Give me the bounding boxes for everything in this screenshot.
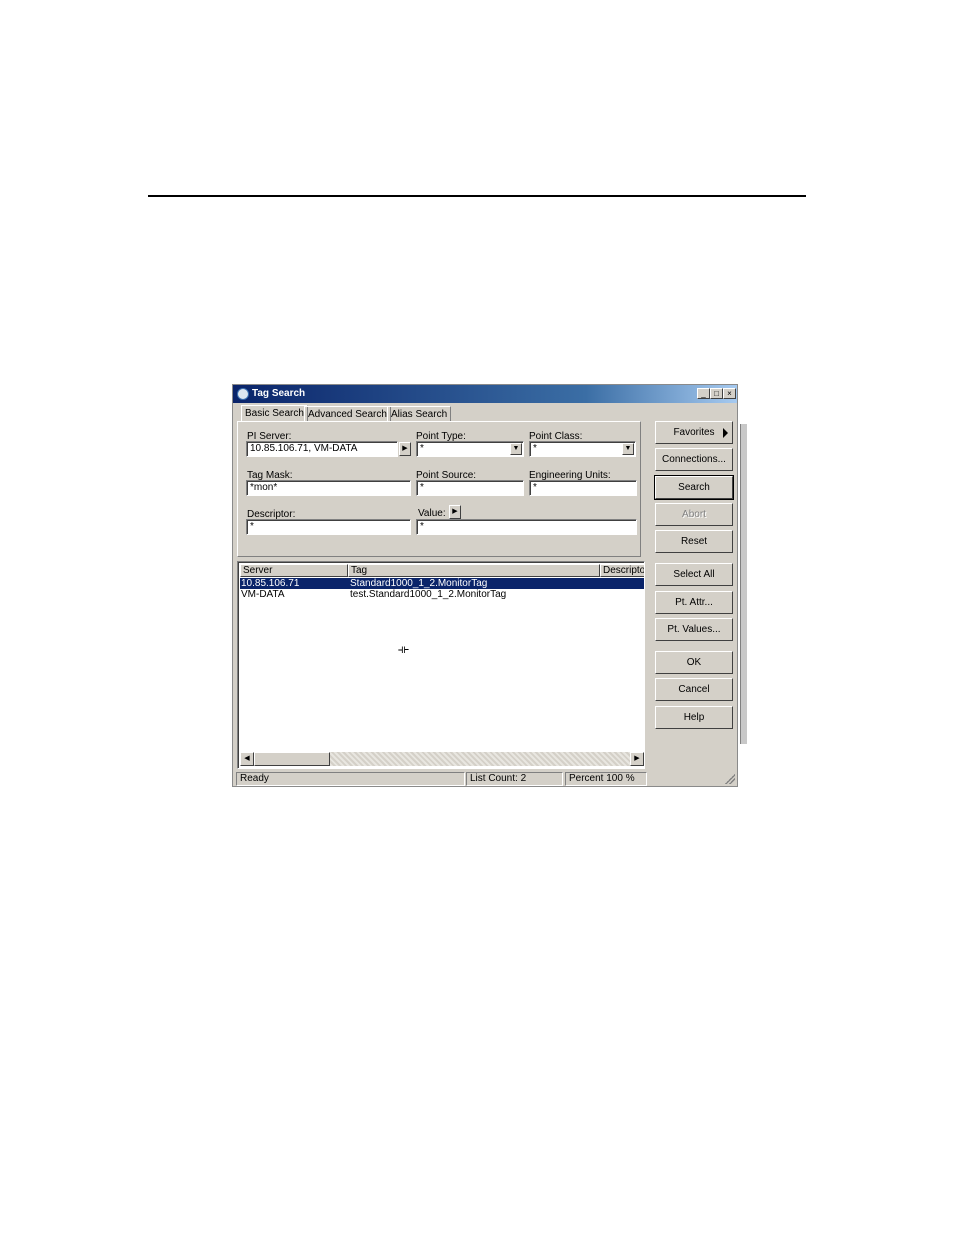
value-arrow-button[interactable]: ▶ (449, 505, 461, 519)
column-header-descriptor[interactable]: Descriptor (600, 564, 644, 577)
value-field[interactable]: * (416, 519, 637, 535)
pt-values-button[interactable]: Pt. Values... (655, 618, 733, 641)
engineering-units-field[interactable]: * (529, 480, 637, 496)
tab-alias-search[interactable]: Alias Search (387, 406, 452, 422)
pt-attr-button[interactable]: Pt. Attr... (655, 591, 733, 614)
status-ready: Ready (236, 772, 465, 786)
engineering-units-value: * (533, 482, 537, 493)
row-tag: test.Standard1000_1_2.MonitorTag (350, 589, 507, 600)
abort-button[interactable]: Abort (655, 503, 733, 526)
scroll-left-button[interactable]: ◀ (240, 752, 254, 766)
pi-server-field[interactable]: 10.85.106.71, VM-DATA (246, 441, 398, 457)
tab-basic-search[interactable]: Basic Search (241, 405, 308, 422)
tag-mask-field[interactable]: *mon* (246, 480, 411, 496)
pi-server-value: 10.85.106.71, VM-DATA (250, 443, 358, 454)
tag-search-dialog: Tag Search _ □ × Basic Search Advanced S… (232, 384, 738, 787)
search-button[interactable]: Search (654, 475, 734, 500)
row-server: VM-DATA (241, 589, 285, 600)
window-title: Tag Search (252, 388, 306, 399)
cancel-button[interactable]: Cancel (655, 678, 733, 701)
status-list-count: List Count: 2 (466, 772, 563, 786)
basic-search-panel: PI Server: 10.85.106.71, VM-DATA ▶ Point… (237, 421, 641, 557)
point-source-field[interactable]: * (416, 480, 524, 496)
column-header-tag[interactable]: Tag (348, 564, 600, 577)
app-icon (237, 388, 249, 400)
page-rule (148, 195, 806, 197)
status-percent: Percent 100 % (565, 772, 647, 786)
column-header-server[interactable]: Server (240, 564, 348, 577)
chevron-down-icon[interactable]: ▼ (510, 443, 522, 455)
row-tag: Standard1000_1_2.MonitorTag (350, 578, 488, 589)
value-value: * (420, 521, 424, 532)
chevron-right-icon (723, 428, 728, 438)
help-button[interactable]: Help (655, 706, 733, 729)
minimize-button[interactable]: _ (697, 388, 710, 399)
reset-button[interactable]: Reset (655, 530, 733, 553)
ok-button[interactable]: OK (655, 651, 733, 674)
resize-grip-icon[interactable] (725, 774, 735, 784)
select-all-button[interactable]: Select All (655, 563, 733, 586)
scroll-right-button[interactable]: ▶ (630, 752, 644, 766)
descriptor-field[interactable]: * (246, 519, 411, 535)
point-source-value: * (420, 482, 424, 493)
favorites-label: Favorites (673, 427, 715, 438)
background-scrollbar (740, 424, 747, 744)
favorites-button[interactable]: Favorites (655, 421, 733, 444)
title-bar[interactable]: Tag Search _ □ × (233, 385, 737, 403)
table-row[interactable]: VM-DATA test.Standard1000_1_2.MonitorTag (240, 589, 644, 600)
scroll-thumb[interactable] (254, 752, 330, 766)
close-button[interactable]: × (723, 388, 736, 399)
connections-button[interactable]: Connections... (655, 448, 733, 471)
point-type-value: * (420, 443, 424, 454)
tab-advanced-search[interactable]: Advanced Search (304, 406, 391, 422)
pi-server-arrow-button[interactable]: ▶ (399, 442, 411, 456)
descriptor-value: * (250, 521, 254, 532)
mouse-cursor-icon: ⟛ (398, 642, 409, 656)
tag-mask-value: *mon* (250, 482, 278, 493)
results-list[interactable]: Server Tag Descriptor 10.85.106.71 Stand… (237, 561, 645, 769)
point-class-value: * (533, 443, 537, 454)
table-row[interactable]: 10.85.106.71 Standard1000_1_2.MonitorTag (240, 578, 644, 589)
maximize-button[interactable]: □ (710, 388, 723, 399)
point-type-select[interactable]: * ▼ (416, 441, 524, 457)
point-class-select[interactable]: * ▼ (529, 441, 636, 457)
value-label: Value: (418, 508, 446, 519)
horizontal-scrollbar[interactable]: ◀ ▶ (240, 752, 644, 766)
row-server: 10.85.106.71 (241, 578, 300, 589)
chevron-down-icon[interactable]: ▼ (622, 443, 634, 455)
